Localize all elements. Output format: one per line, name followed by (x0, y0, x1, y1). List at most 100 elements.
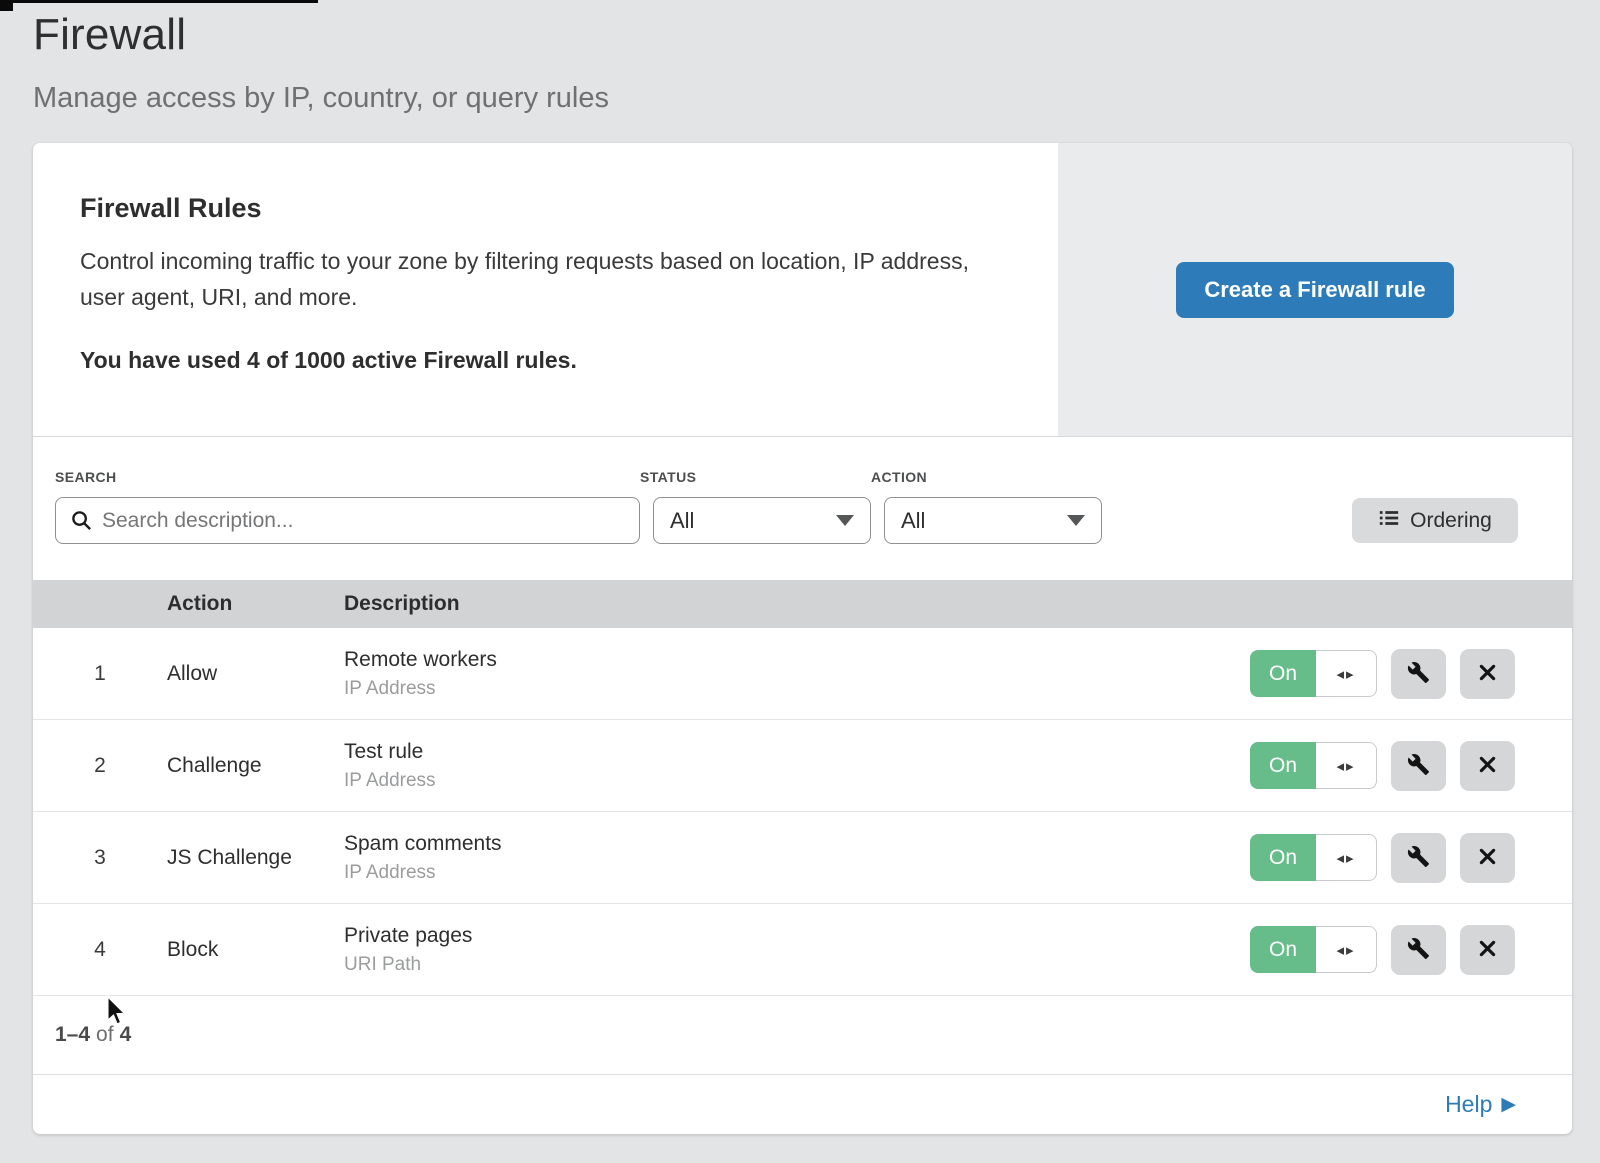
left-right-arrows-icon: ◂▸ (1336, 665, 1355, 683)
screen-edge-artifact (0, 0, 318, 3)
filter-bar: SEARCH STATUS All ACTION All (33, 437, 1572, 580)
rule-description-cell: Spam comments IP Address (344, 832, 1250, 884)
rule-action: Challenge (167, 754, 344, 778)
rule-match-type: IP Address (344, 678, 1250, 700)
rule-match-type: IP Address (344, 862, 1250, 884)
page-header: Firewall Manage access by IP, country, o… (0, 0, 1600, 115)
card-footer: Help ▶ (33, 1074, 1572, 1134)
search-label: SEARCH (55, 469, 640, 485)
ordering-list-icon (1378, 507, 1400, 535)
delete-rule-button[interactable] (1460, 833, 1515, 883)
help-link-label: Help (1445, 1091, 1492, 1118)
search-icon (70, 509, 93, 537)
search-filter-group: SEARCH (55, 469, 640, 544)
edit-rule-button[interactable] (1391, 741, 1446, 791)
delete-rule-button[interactable] (1460, 741, 1515, 791)
create-firewall-rule-button[interactable]: Create a Firewall rule (1176, 262, 1453, 318)
rule-description: Remote workers (344, 648, 1250, 672)
edit-rule-button[interactable] (1391, 833, 1446, 883)
rule-action: JS Challenge (167, 846, 344, 870)
left-right-arrows-icon: ◂▸ (1336, 941, 1355, 959)
status-label: STATUS (640, 469, 871, 485)
rule-action: Block (167, 938, 344, 962)
page-title: Firewall (33, 10, 1600, 60)
page-subtitle: Manage access by IP, country, or query r… (33, 82, 1600, 115)
edit-rule-button[interactable] (1391, 649, 1446, 699)
create-rule-panel: Create a Firewall rule (1058, 143, 1572, 436)
action-column-header: Action (167, 592, 344, 616)
rules-usage-note: You have used 4 of 1000 active Firewall … (80, 347, 1018, 374)
rule-controls: On ◂▸ (1250, 741, 1572, 791)
close-icon (1477, 662, 1498, 686)
toggle-on-label[interactable]: On (1250, 742, 1316, 789)
rules-intro-text: Firewall Rules Control incoming traffic … (33, 143, 1058, 436)
rule-action: Allow (167, 662, 344, 686)
table-row: 2 Challenge Test rule IP Address On ◂▸ (33, 720, 1572, 812)
toggle-on-label[interactable]: On (1250, 926, 1316, 973)
wrench-icon (1407, 661, 1430, 687)
status-filter-group: STATUS All (640, 469, 871, 544)
wrench-icon (1407, 937, 1430, 963)
pagination-range: 1–4 (55, 1023, 90, 1047)
help-link[interactable]: Help ▶ (1445, 1091, 1516, 1118)
action-selected-value: All (901, 508, 925, 534)
rule-match-type: URI Path (344, 954, 1250, 976)
delete-rule-button[interactable] (1460, 925, 1515, 975)
chevron-down-icon (1067, 515, 1085, 526)
chevron-down-icon (836, 515, 854, 526)
rule-controls: On ◂▸ (1250, 833, 1572, 883)
priority-drag-handle[interactable]: ◂▸ (1316, 834, 1377, 881)
table-header: Action Description (33, 580, 1572, 628)
rule-priority: 1 (33, 662, 167, 686)
action-select[interactable]: All (884, 497, 1102, 544)
delete-rule-button[interactable] (1460, 649, 1515, 699)
toggle-on-label[interactable]: On (1250, 650, 1316, 697)
rules-intro-section: Firewall Rules Control incoming traffic … (33, 143, 1572, 437)
toggle-on-label[interactable]: On (1250, 834, 1316, 881)
rule-priority: 4 (33, 938, 167, 962)
rule-description: Test rule (344, 740, 1250, 764)
rule-description-cell: Private pages URI Path (344, 924, 1250, 976)
search-input[interactable] (55, 497, 640, 544)
action-filter-group: ACTION All (871, 469, 1102, 544)
table-row: 3 JS Challenge Spam comments IP Address … (33, 812, 1572, 904)
rules-table-body: 1 Allow Remote workers IP Address On ◂▸ (33, 628, 1572, 996)
rule-description-cell: Test rule IP Address (344, 740, 1250, 792)
close-icon (1477, 938, 1498, 962)
screen-corner-artifact (0, 0, 13, 11)
left-right-arrows-icon: ◂▸ (1336, 849, 1355, 867)
rules-heading: Firewall Rules (80, 193, 1018, 224)
rule-enabled-toggle[interactable]: On ◂▸ (1250, 742, 1377, 789)
rule-enabled-toggle[interactable]: On ◂▸ (1250, 834, 1377, 881)
rule-controls: On ◂▸ (1250, 649, 1572, 699)
wrench-icon (1407, 845, 1430, 871)
status-select[interactable]: All (653, 497, 871, 544)
rule-enabled-toggle[interactable]: On ◂▸ (1250, 926, 1377, 973)
firewall-rules-card: Firewall Rules Control incoming traffic … (33, 143, 1572, 1134)
rule-priority: 2 (33, 754, 167, 778)
rule-priority: 3 (33, 846, 167, 870)
table-row: 4 Block Private pages URI Path On ◂▸ (33, 904, 1572, 996)
priority-drag-handle[interactable]: ◂▸ (1316, 742, 1377, 789)
rule-description: Spam comments (344, 832, 1250, 856)
rule-description-cell: Remote workers IP Address (344, 648, 1250, 700)
pagination: 1–4 of 4 (33, 996, 1572, 1074)
pagination-total: 4 (120, 1023, 132, 1047)
rules-description: Control incoming traffic to your zone by… (80, 244, 1018, 315)
description-column-header: Description (344, 592, 1572, 616)
priority-drag-handle[interactable]: ◂▸ (1316, 926, 1377, 973)
close-icon (1477, 754, 1498, 778)
action-label: ACTION (871, 469, 1102, 485)
rule-match-type: IP Address (344, 770, 1250, 792)
status-selected-value: All (670, 508, 694, 534)
ordering-button[interactable]: Ordering (1352, 498, 1518, 543)
pagination-of-label: of (96, 1023, 114, 1047)
rule-description: Private pages (344, 924, 1250, 948)
priority-drag-handle[interactable]: ◂▸ (1316, 650, 1377, 697)
wrench-icon (1407, 753, 1430, 779)
help-arrow-icon: ▶ (1501, 1093, 1516, 1116)
close-icon (1477, 846, 1498, 870)
rule-enabled-toggle[interactable]: On ◂▸ (1250, 650, 1377, 697)
table-row: 1 Allow Remote workers IP Address On ◂▸ (33, 628, 1572, 720)
edit-rule-button[interactable] (1391, 925, 1446, 975)
